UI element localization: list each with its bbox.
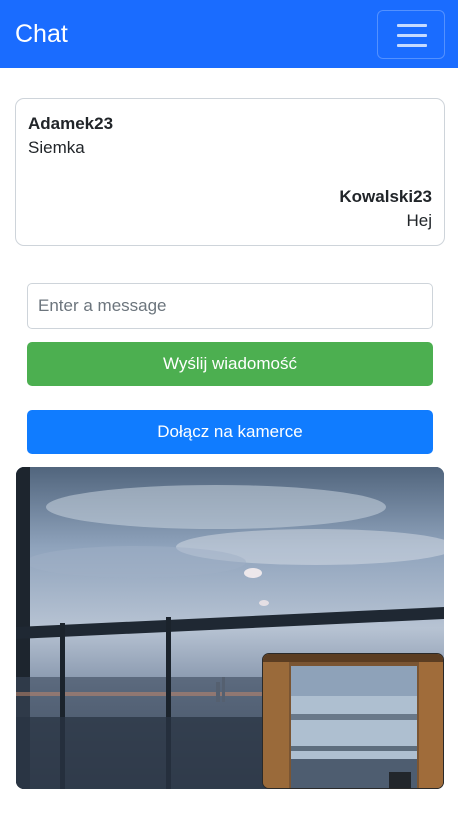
local-video-frame (263, 654, 443, 788)
navbar-brand[interactable]: Chat (15, 17, 68, 51)
message-author: Kowalski23 (339, 187, 432, 206)
chat-message: Kowalski23 Hej (339, 185, 432, 233)
join-camera-button[interactable]: Dołącz na kamerce (27, 410, 433, 454)
message-input[interactable] (27, 283, 433, 329)
message-text: Hej (406, 211, 432, 230)
message-text: Siemka (28, 138, 85, 157)
navbar-toggler-button[interactable] (377, 10, 445, 59)
send-message-button[interactable]: Wyślij wiadomość (27, 342, 433, 386)
message-author: Adamek23 (28, 114, 114, 133)
hamburger-menu-icon (397, 24, 427, 27)
chat-messages-box: Adamek23 Siemka Kowalski23 Hej (15, 98, 445, 246)
local-video (262, 653, 444, 789)
chat-message: Adamek23 Siemka (28, 112, 113, 160)
navbar: Chat (0, 0, 458, 68)
